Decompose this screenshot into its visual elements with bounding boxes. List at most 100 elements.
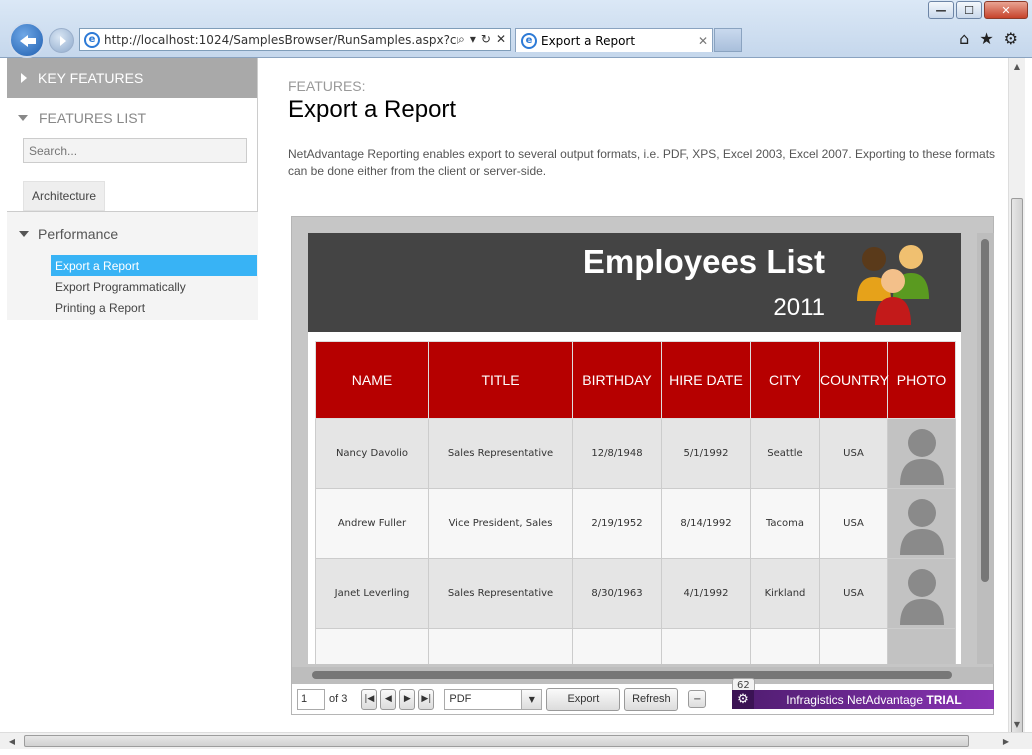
column-header: TITLE [428,341,573,419]
trial-text: Infragistics NetAdvantage TRIAL [754,693,994,707]
tab-title: Export a Report [541,33,636,48]
zoom-out-button[interactable]: − [688,690,707,708]
people-icon [857,245,929,325]
report-header: Employees List 2011 [308,233,961,332]
address-bar[interactable]: e http://localhost:1024/SamplesBrowser/R… [79,28,511,51]
search-icon[interactable]: ⌕ [458,32,465,47]
report-vertical-scrollbar[interactable] [977,233,994,664]
stop-icon[interactable]: ✕ [496,32,506,47]
features-list-label: FEATURES LIST [39,110,147,126]
table-cell: 5/1/1992 [661,418,751,489]
column-header: BIRTHDAY [572,341,662,419]
report-page: Employees List 2011 NAME TITLE BIRTHDAY … [308,233,961,664]
page-count-label: of 3 [329,693,348,705]
scroll-down-icon[interactable]: ▼ [1009,716,1025,732]
table-cell [750,628,820,664]
breadcrumb: FEATURES: [288,78,366,94]
scroll-up-icon[interactable]: ▲ [1009,58,1025,74]
scroll-right-icon[interactable]: ▶ [998,733,1014,749]
page-description: NetAdvantage Reporting enables export to… [288,147,996,178]
export-format-select[interactable]: PDF ▼ [444,688,543,710]
table-cell [661,628,751,664]
dropdown-arrow-icon[interactable]: ▼ [521,689,542,709]
table-cell: USA [819,488,888,559]
browser-toolbar-icons: ⌂ ★ ⚙ [959,29,1018,48]
table-cell: Janet Leverling [315,558,429,629]
dropdown-icon[interactable]: ▾ [470,32,476,47]
address-url[interactable]: http://localhost:1024/SamplesBrowser/Run… [104,33,458,47]
table-cell: Tacoma [750,488,820,559]
ie-page-icon: e [84,31,100,48]
minimize-button[interactable]: — [928,1,954,19]
first-page-button[interactable]: |◀ [361,688,378,710]
window-controls: — ☐ ✕ [926,1,1028,19]
favorites-star-icon[interactable]: ★ [979,29,993,48]
home-icon[interactable]: ⌂ [959,29,969,48]
forward-button[interactable] [49,28,74,53]
close-window-button[interactable]: ✕ [984,1,1028,19]
scroll-thumb[interactable] [1011,198,1023,732]
key-features-header[interactable]: KEY FEATURES [7,58,257,98]
scroll-thumb[interactable] [312,671,952,679]
performance-group: Performance Export a Report Export Progr… [7,211,258,320]
tab-close-icon[interactable]: ✕ [698,34,712,48]
report-horizontal-scrollbar[interactable] [292,667,993,684]
page-number-input[interactable]: 1 [297,688,325,710]
table-cell: 8/30/1963 [572,558,662,629]
collapse-arrow-icon [18,115,28,121]
page-horizontal-scrollbar[interactable]: ◀ ▶ [0,732,1032,749]
new-tab-button[interactable] [714,28,742,52]
table-cell: Sales Representative [428,418,573,489]
report-toolbar: 1 of 3 |◀ ◀ ▶ ▶| PDF ▼ Export Refresh − … [292,678,994,714]
collapse-arrow-icon [19,230,29,237]
tools-gear-icon[interactable]: ⚙ [1004,29,1018,48]
table-row: Janet Leverling Sales Representative 8/3… [315,558,956,629]
table-cell: Seattle [750,418,820,489]
last-page-button[interactable]: ▶| [418,688,435,710]
features-list-header[interactable]: FEATURES LIST [7,98,257,138]
key-features-label: KEY FEATURES [38,70,144,86]
refresh-button[interactable]: Refresh [624,687,679,711]
page-title: Export a Report [288,96,457,123]
page-vertical-scrollbar[interactable]: ▲ ▼ [1008,58,1025,732]
back-button[interactable] [9,22,45,58]
table-cell: 8/14/1992 [661,488,751,559]
refresh-icon[interactable]: ↻ [481,32,491,47]
architecture-chip[interactable]: Architecture [23,181,106,211]
expand-arrow-icon [21,73,27,83]
address-tools: ⌕ ▾ ↻ ✕ [458,32,510,47]
next-page-button[interactable]: ▶ [399,688,416,710]
table-cell: Kirkland [750,558,820,629]
column-header: PHOTO [887,341,956,419]
sidebar-item-export-a-report[interactable]: Export a Report [51,255,257,276]
trial-prefix: Infragistics NetAdvantage [786,692,924,707]
table-cell: USA [819,558,888,629]
maximize-button[interactable]: ☐ [956,1,982,19]
ie-tab-icon: e [521,32,537,49]
column-header: CITY [750,341,820,419]
export-button[interactable]: Export [546,687,621,711]
gear-icon[interactable]: ⚙ [732,690,754,709]
page-viewport: KEY FEATURES FEATURES LIST Architecture … [7,58,1025,732]
browser-tab[interactable]: e Export a Report ✕ [515,28,713,52]
scroll-left-icon[interactable]: ◀ [4,733,20,749]
performance-header[interactable]: Performance [7,212,258,255]
scroll-thumb[interactable] [981,239,989,582]
performance-label: Performance [38,225,119,242]
table-cell [819,628,888,664]
column-header: NAME [315,341,429,419]
column-header: COUNTRY [819,341,889,419]
person-placeholder-icon [889,489,954,555]
search-input[interactable] [23,138,247,163]
browser-chrome: — ☐ ✕ e http://localhost:1024/SamplesBro… [0,0,1032,58]
sidebar-item-printing-a-report[interactable]: Printing a Report [51,297,257,318]
sidebar-item-export-programmatically[interactable]: Export Programmatically [51,276,257,297]
sidebar: KEY FEATURES FEATURES LIST Architecture … [7,58,258,320]
scroll-thumb[interactable] [24,735,969,747]
table-cell [428,628,573,664]
table-cell: 12/8/1948 [572,418,662,489]
photo-cell [887,558,956,629]
photo-cell [887,418,956,489]
table-row [315,628,956,664]
prev-page-button[interactable]: ◀ [380,688,397,710]
